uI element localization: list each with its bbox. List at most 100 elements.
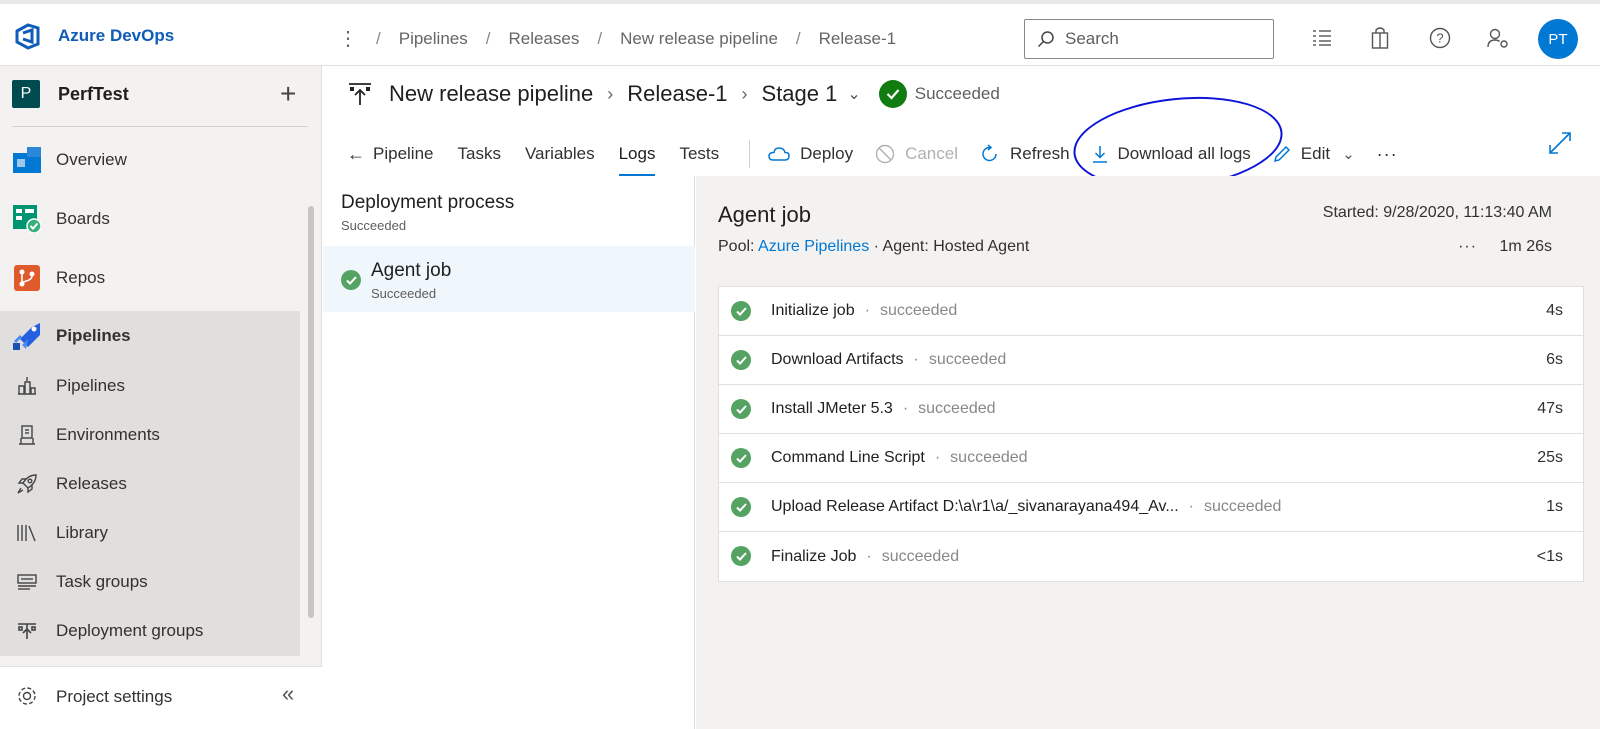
deploy-button[interactable]: Deploy	[768, 144, 853, 164]
step-status: succeeded	[928, 351, 1007, 368]
overview-icon	[12, 145, 42, 175]
search-input[interactable]: Search	[1024, 19, 1274, 59]
job-details-panel: Agent job Started: 9/28/2020, 11:13:40 A…	[696, 176, 1600, 729]
tab-logs[interactable]: Logs	[618, 132, 655, 176]
project-header[interactable]: P PerfTest	[12, 80, 129, 108]
search-placeholder: Search	[1065, 29, 1119, 48]
release-name[interactable]: Release-1	[627, 81, 727, 107]
sidebar-item-repos[interactable]: Repos	[0, 253, 300, 303]
help-icon[interactable]: ?	[1428, 26, 1452, 50]
boards-icon	[12, 204, 42, 234]
pool-link[interactable]: Azure Pipelines	[758, 238, 869, 255]
expand-icon[interactable]	[1547, 130, 1573, 161]
step-row[interactable]: Command Line Script · succeeded 25s	[719, 434, 1583, 483]
edit-button[interactable]: Edit ⌄	[1273, 144, 1355, 164]
breadcrumb-separator: /	[795, 28, 801, 48]
page-title: New release pipeline › Release-1 › Stage…	[347, 80, 1000, 108]
step-status: succeeded	[1203, 498, 1282, 515]
breadcrumb-pipeline[interactable]: New release pipeline	[620, 29, 778, 49]
sidebar-item-releases[interactable]: Releases	[0, 459, 300, 509]
pool-label: Pool:	[718, 238, 755, 255]
pipelines-icon	[12, 321, 42, 351]
deployment-process-status: Succeeded	[341, 218, 407, 233]
step-row[interactable]: Upload Release Artifact D:\a\r1\a/_sivan…	[719, 483, 1583, 532]
azure-devops-logo[interactable]: Azure DevOps	[14, 22, 174, 50]
job-duration-value: 1m 26s	[1499, 238, 1552, 255]
step-duration: 25s	[1537, 449, 1563, 466]
tab-tests[interactable]: Tests	[679, 132, 719, 176]
cloud-icon	[768, 146, 790, 162]
sidebar-item-deployment-groups[interactable]: Deployment groups	[0, 606, 300, 656]
svg-text:?: ?	[1436, 31, 1443, 46]
step-status: succeeded	[950, 449, 1028, 466]
library-icon	[12, 518, 42, 548]
chevron-down-icon[interactable]: ⌄	[847, 84, 860, 104]
sidebar-item-label: Pipelines	[56, 376, 125, 395]
more-actions-button[interactable]: ···	[1377, 144, 1398, 165]
step-row[interactable]: Finalize Job · succeeded <1s	[719, 532, 1583, 581]
sidebar: P PerfTest + Overview Boards Repos Pipel…	[0, 66, 322, 729]
refresh-button[interactable]: Refresh	[980, 144, 1070, 164]
step-duration: 4s	[1546, 302, 1563, 319]
agent-job-status: Succeeded	[371, 286, 437, 301]
user-avatar[interactable]: PT	[1538, 19, 1578, 59]
step-duration: 47s	[1537, 400, 1563, 417]
cancel-icon	[875, 144, 895, 164]
separator-dot: ·	[934, 449, 941, 466]
breadcrumb-pipelines[interactable]: Pipelines	[399, 29, 468, 49]
work-items-icon[interactable]	[1310, 26, 1334, 50]
deployment-process-panel: Deployment process Succeeded Agent job S…	[323, 176, 695, 729]
stage-selector[interactable]: Stage 1	[762, 81, 838, 107]
step-status: succeeded	[879, 302, 958, 319]
user-settings-icon[interactable]	[1486, 26, 1510, 50]
sidebar-item-pipelines[interactable]: Pipelines	[0, 311, 300, 361]
steps-list: Initialize job · succeeded 4s Download Art…	[718, 286, 1584, 582]
project-name: PerfTest	[58, 83, 129, 104]
sidebar-item-library[interactable]: Library	[0, 508, 300, 558]
tab-variables[interactable]: Variables	[525, 132, 595, 176]
sidebar-item-pipelines-sub[interactable]: Pipelines	[0, 361, 300, 411]
tab-label: Pipeline	[373, 144, 434, 163]
step-row[interactable]: Initialize job · succeeded 4s	[719, 287, 1583, 336]
sidebar-item-label: Library	[56, 523, 108, 542]
agent-job-item[interactable]: Agent job Succeeded	[323, 246, 695, 312]
breadcrumb-separator: /	[376, 28, 381, 48]
agent-text: · Agent: Hosted Agent	[873, 238, 1030, 255]
step-duration: 1s	[1546, 498, 1563, 515]
chevron-right-icon: ›	[607, 83, 614, 104]
marketplace-icon[interactable]	[1368, 26, 1392, 50]
breadcrumb-releases[interactable]: Releases	[508, 29, 579, 49]
breadcrumb-release[interactable]: Release-1	[819, 29, 897, 49]
sidebar-item-environments[interactable]: Environments	[0, 410, 300, 460]
cancel-button[interactable]: Cancel	[875, 144, 958, 164]
refresh-icon	[980, 144, 1000, 164]
step-name-wrap: Initialize job · succeeded	[771, 302, 957, 320]
collapse-sidebar-icon[interactable]: «	[282, 681, 294, 707]
pipeline-name[interactable]: New release pipeline	[389, 81, 593, 107]
release-pipeline-icon	[349, 83, 371, 105]
step-row[interactable]: Install JMeter 5.3 · succeeded 47s	[719, 385, 1583, 434]
more-options-button[interactable]: ···	[1458, 238, 1477, 255]
step-name: Install JMeter 5.3	[771, 400, 893, 417]
tab-tasks[interactable]: Tasks	[458, 132, 501, 176]
gear-icon	[16, 685, 38, 712]
deployment-process-title[interactable]: Deployment process	[341, 192, 514, 214]
project-settings[interactable]: Project settings «	[0, 666, 322, 729]
tab-pipeline[interactable]: ← Pipeline	[347, 132, 434, 176]
pipelines-sub-icon	[12, 371, 42, 401]
environments-icon	[12, 420, 42, 450]
step-name-wrap: Command Line Script · succeeded	[771, 449, 1028, 467]
azure-devops-logo-icon	[15, 23, 40, 50]
more-vertical-icon[interactable]: ⋮	[338, 26, 358, 51]
step-status: succeeded	[881, 547, 960, 565]
step-name: Command Line Script	[771, 449, 925, 466]
status-text: Succeeded	[914, 84, 1000, 103]
repos-icon	[12, 263, 42, 293]
step-name-wrap: Upload Release Artifact D:\a\r1\a/_sivan…	[771, 498, 1281, 516]
sidebar-item-task-groups[interactable]: Task groups	[0, 557, 300, 607]
sidebar-item-boards[interactable]: Boards	[0, 194, 300, 244]
add-icon[interactable]: +	[280, 78, 296, 110]
sidebar-item-overview[interactable]: Overview	[0, 135, 300, 185]
sidebar-scrollbar[interactable]	[308, 206, 314, 618]
step-row[interactable]: Download Artifacts · succeeded 6s	[719, 336, 1583, 385]
